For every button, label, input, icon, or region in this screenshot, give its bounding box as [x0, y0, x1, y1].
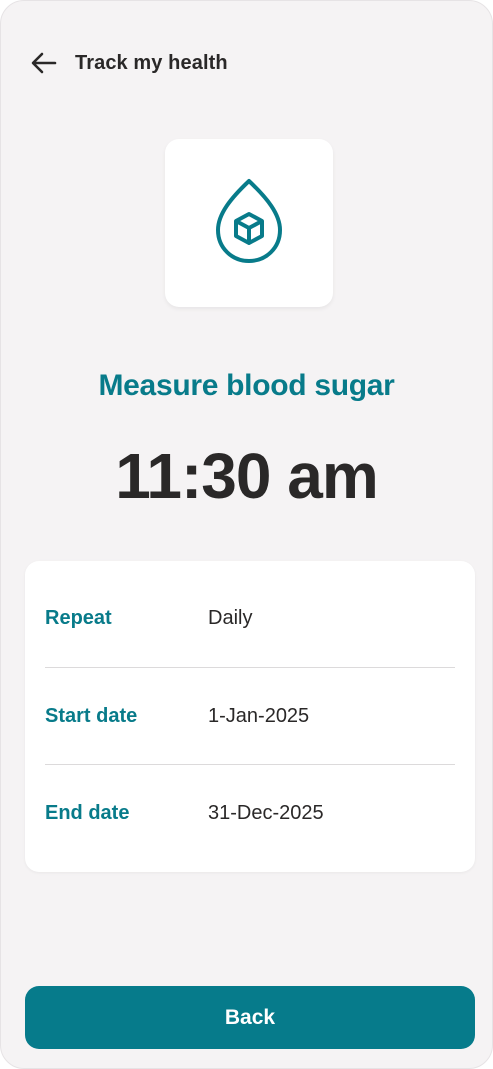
- top-bar: Track my health: [1, 41, 492, 85]
- schedule-details-card: Repeat Daily Start date 1-Jan-2025 End d…: [25, 561, 475, 872]
- task-icon-card: [165, 139, 333, 307]
- blood-drop-icon: [211, 176, 287, 271]
- detail-value: Daily: [208, 606, 253, 629]
- detail-value: 31-Dec-2025: [208, 802, 324, 824]
- back-button[interactable]: Back: [25, 986, 475, 1049]
- detail-row-repeat: Repeat Daily: [45, 561, 455, 668]
- detail-row-start-date: Start date 1-Jan-2025: [45, 668, 455, 765]
- detail-label: Repeat: [45, 606, 112, 629]
- detail-row-end-date: End date 31-Dec-2025: [45, 765, 455, 862]
- arrow-left-icon[interactable]: [29, 48, 59, 78]
- task-title: Measure blood sugar: [98, 369, 395, 402]
- task-time: 11:30 am: [115, 440, 378, 512]
- page-title: Track my health: [75, 51, 228, 74]
- detail-value: 1-Jan-2025: [208, 704, 310, 727]
- app-screen: Track my health Measure blood sugar 11:3…: [0, 0, 493, 1069]
- detail-label: Start date: [45, 704, 138, 727]
- detail-label: End date: [45, 802, 130, 824]
